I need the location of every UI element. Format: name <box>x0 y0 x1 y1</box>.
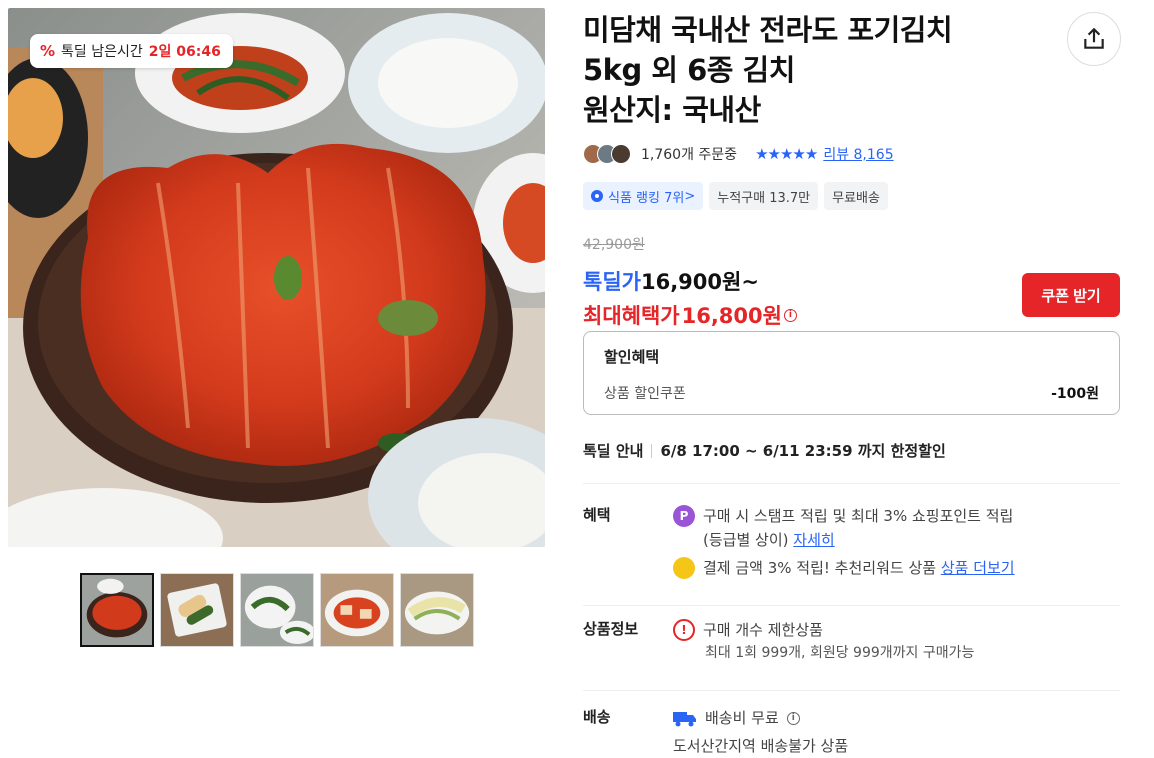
thumbnail-1[interactable] <box>80 573 154 647</box>
ranking-tag[interactable]: 식품 랭킹 7위 > <box>583 182 704 210</box>
ranking-label: 식품 랭킹 7위 <box>608 190 685 206</box>
discount-heading: 할인혜택 <box>604 348 660 366</box>
info-icon[interactable]: i <box>783 308 797 322</box>
product-info-section: 상품정보 ! 구매 개수 제한상품 최대 1회 999개, 회원당 999개까지… <box>583 618 1120 664</box>
deal-timer-badge: % 톡딜 남은시간 2일 06:46 <box>30 34 233 68</box>
deal-info-row: 톡딜 안내 6/8 17:00 ~ 6/11 23:59 까지 한정할인 <box>583 440 1120 461</box>
timer-time: 2일 06:46 <box>148 44 221 60</box>
deal-price-value: 16,900원~ <box>640 270 759 294</box>
discount-row-amount: -100원 <box>1051 386 1099 402</box>
kimchi-photo <box>8 8 545 547</box>
buyer-avatars <box>583 144 631 164</box>
purchase-limit-text: 구매 개수 제한상품 <box>703 621 823 639</box>
divider <box>583 690 1120 691</box>
thumbnail-2[interactable] <box>160 573 234 647</box>
max-price-value: 16,800원 <box>681 304 782 328</box>
info-icon[interactable]: i <box>786 711 800 725</box>
benefit-line-1-sub: (등급별 상이) <box>703 531 789 549</box>
details-link[interactable]: 자세히 <box>793 531 834 549</box>
shipping-fee-text: 배송비 무료 <box>705 709 779 727</box>
ranking-icon <box>591 190 603 202</box>
get-coupon-button[interactable]: 쿠폰 받기 <box>1022 273 1120 317</box>
max-price-label: 최대혜택가 <box>583 304 680 328</box>
thumbnail-3[interactable] <box>240 573 314 647</box>
deal-info-label: 톡딜 안내 <box>583 442 644 460</box>
shipping-label: 배송 <box>583 708 611 726</box>
thumbnail-strip <box>80 573 474 647</box>
discount-row-label: 상품 할인쿠폰 <box>604 386 686 402</box>
free-shipping-tag: 무료배송 <box>824 182 888 210</box>
purchase-limit-detail: 최대 1회 999개, 회원당 999개까지 구매가능 <box>705 645 975 661</box>
discount-box: 할인혜택 상품 할인쿠폰 -100원 <box>583 331 1120 415</box>
more-products-link[interactable]: 상품 더보기 <box>941 559 1015 577</box>
original-price: 42,900원 <box>583 237 645 253</box>
order-count: 1,760개 주문중 <box>641 147 738 163</box>
percent-icon: % <box>40 42 56 60</box>
divider <box>583 483 1120 484</box>
order-review-row: 1,760개 주문중 ★★★★★ 리뷰 8,165 <box>583 144 894 164</box>
point-icon: P <box>673 505 695 527</box>
warning-icon: ! <box>673 619 695 641</box>
truck-icon <box>673 712 696 727</box>
timer-label: 톡딜 남은시간 <box>61 44 143 60</box>
benefits-section: 혜택 P 구매 시 스탬프 적립 및 최대 3% 쇼핑포인트 적립 (등급별 상… <box>583 504 1120 580</box>
deal-price-label: 톡딜가 <box>583 270 641 294</box>
coin-icon <box>673 557 695 579</box>
divider <box>583 605 1120 606</box>
benefit-line-1: 구매 시 스탬프 적립 및 최대 3% 쇼핑포인트 적립 <box>703 507 1014 525</box>
thumbnail-5[interactable] <box>400 573 474 647</box>
cumulative-purchase-tag: 누적구매 13.7만 <box>709 182 819 210</box>
product-tags: 식품 랭킹 7위 > 누적구매 13.7만 무료배송 <box>583 182 888 210</box>
avatar <box>611 144 631 164</box>
shipping-section: 배송 배송비 무료 i 도서산간지역 배송불가 상품 <box>583 706 1120 758</box>
share-icon <box>1084 27 1104 49</box>
product-title: 미담채 국내산 전라도 포기김치 5kg 외 6종 김치 원산지: 국내산 <box>583 10 1053 130</box>
benefit-line-2: 결제 금액 3% 적립! 추천리워드 상품 <box>703 559 937 577</box>
main-product-image: % 톡딜 남은시간 2일 06:46 <box>8 8 545 547</box>
title-line-3: 원산지: 국내산 <box>583 93 761 127</box>
deal-info-value: 6/8 17:00 ~ 6/11 23:59 까지 한정할인 <box>660 442 946 460</box>
benefits-label: 혜택 <box>583 506 611 524</box>
product-info-label: 상품정보 <box>583 620 639 638</box>
shipping-restriction-text: 도서산간지역 배송불가 상품 <box>673 737 849 755</box>
share-button[interactable] <box>1067 12 1121 66</box>
review-link[interactable]: 리뷰 8,165 <box>823 144 893 164</box>
max-benefit-price: 최대혜택가 16,800원 i <box>583 300 797 330</box>
deal-price: 톡딜가 16,900원~ <box>583 266 759 296</box>
thumbnail-4[interactable] <box>320 573 394 647</box>
separator <box>651 443 653 458</box>
title-line-2: 5kg 외 6종 김치 <box>583 53 795 87</box>
discount-row: 상품 할인쿠폰 -100원 <box>604 383 1099 403</box>
rating-stars: ★★★★★ <box>755 145 818 163</box>
chevron-right-icon: > <box>684 188 696 204</box>
title-line-1: 미담채 국내산 전라도 포기김치 <box>583 13 953 47</box>
product-info-panel: 미담채 국내산 전라도 포기김치 5kg 외 6종 김치 원산지: 국내산 1,… <box>583 10 1123 755</box>
